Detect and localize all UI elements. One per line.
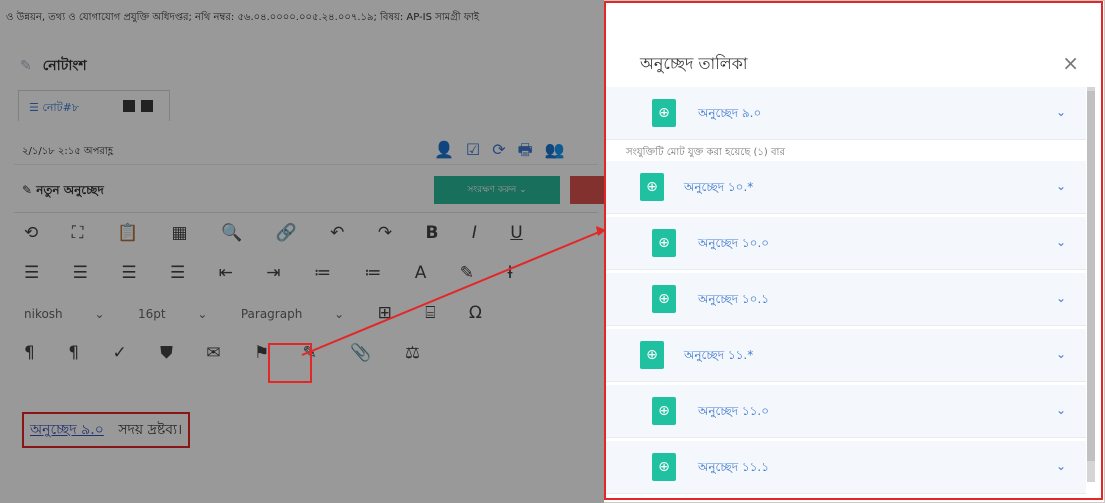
chevron-down-icon[interactable]: ⌄ [1056,347,1066,361]
modal-title: অনুচ্ছেদ তালিকা [640,54,748,73]
paragraph-list-modal: অনুচ্ছেদ তালিকা × ⊕ অনুচ্ছেদ ৯.০ ⌄ সংযুক… [604,1,1103,500]
list-item-label: অনুচ্ছেদ ১০.০ [698,236,770,250]
list-item-label: অনুচ্ছেদ ১১.* [684,348,754,362]
list-item-label: অনুচ্ছেদ ১১.০ [698,404,770,418]
list-item[interactable]: ⊕ অনুচ্ছেদ ১১.১ ⌄ [606,441,1086,494]
list-item-label: অনুচ্ছেদ ৯.০ [698,106,762,120]
document-icon: ⊕ [652,229,676,257]
chevron-down-icon[interactable]: ⌄ [1056,403,1066,417]
list-item-label: অনুচ্ছেদ ১০.১ [698,292,770,306]
close-icon[interactable]: × [1062,51,1079,75]
document-icon: ⊕ [652,397,676,425]
document-icon: ⊕ [640,173,664,201]
document-icon: ⊕ [652,285,676,313]
list-item-label: অনুচ্ছেদ ১১.১ [698,460,770,474]
attachment-count-note: সংযুক্তিটি মোট যুক্ত করা হয়েছে (১) বার [626,147,785,158]
list-item[interactable]: ⊕ অনুচ্ছেদ ১০.* ⌄ [606,161,1086,214]
chevron-down-icon[interactable]: ⌄ [1056,459,1066,473]
list-item[interactable]: ⊕ অনুচ্ছেদ ১১.* ⌄ [606,329,1086,382]
scrollbar-thumb[interactable] [1087,91,1095,461]
scrollbar[interactable] [1087,87,1095,482]
chevron-down-icon[interactable]: ⌄ [1056,179,1066,193]
list-item[interactable]: ⊕ অনুচ্ছেদ ১০.১ ⌄ [606,273,1086,326]
annotation-line [301,229,605,356]
list-item[interactable]: ⊕ অনুচ্ছেদ ১১.০ ⌄ [606,385,1086,438]
list-item-label: অনুচ্ছেদ ১০.* [684,180,754,194]
chevron-down-icon[interactable]: ⌄ [1056,105,1066,119]
document-icon: ⊕ [652,453,676,481]
list-item[interactable]: ⊕ অনুচ্ছেদ ৯.০ ⌄ [606,87,1086,140]
document-icon: ⊕ [652,99,676,127]
list-item[interactable]: ⊕ অনুচ্ছেদ ১০.০ ⌄ [606,217,1086,270]
document-icon: ⊕ [640,341,664,369]
chevron-down-icon[interactable]: ⌄ [1056,235,1066,249]
chevron-down-icon[interactable]: ⌄ [1056,291,1066,305]
